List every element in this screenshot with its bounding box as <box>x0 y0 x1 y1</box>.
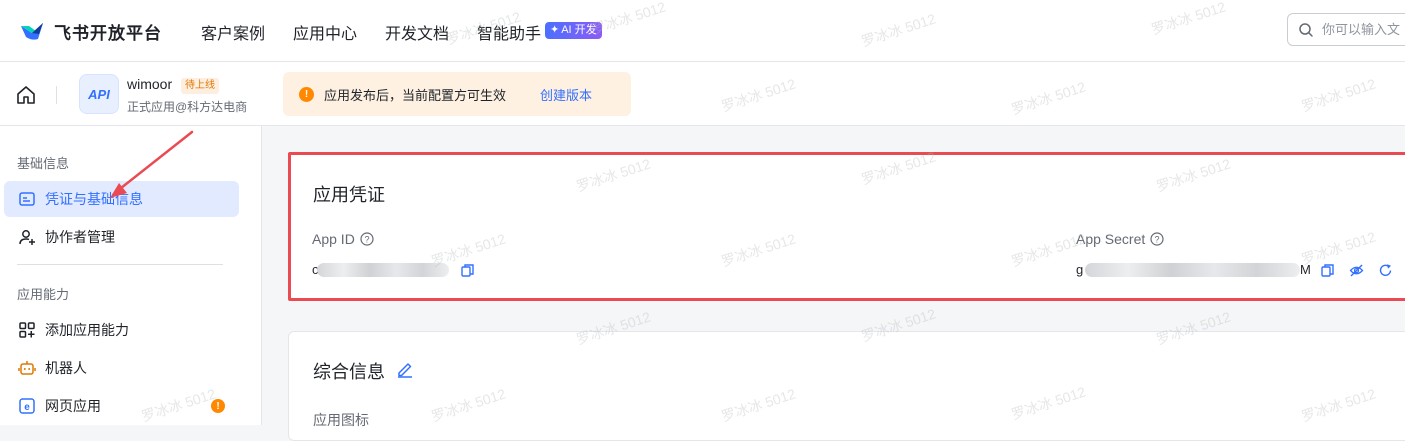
nav-dev-docs[interactable]: 开发文档 <box>385 20 449 44</box>
sidebar-item-add-capability[interactable]: 添加应用能力 <box>4 312 239 348</box>
notice-text: 应用发布后，当前配置方可生效 <box>324 87 507 103</box>
app-subtitle: 正式应用@科方达电商 <box>127 100 248 114</box>
nav-app-center[interactable]: 应用中心 <box>293 20 357 44</box>
sidebar-item-label: 添加应用能力 <box>45 322 129 338</box>
user-add-icon <box>19 230 35 245</box>
sidebar-divider <box>17 264 223 265</box>
apps-add-icon <box>19 322 35 338</box>
app-secret-label-text: App Secret <box>1076 231 1146 247</box>
alert-badge: ! <box>211 399 225 413</box>
robot-icon <box>18 361 36 375</box>
app-secret-prefix: g <box>1076 262 1084 277</box>
app-name: wimoor <box>127 76 173 92</box>
sidebar-item-label: 机器人 <box>45 360 87 376</box>
app-secret-suffix: M <box>1300 262 1311 277</box>
sidebar-item-label: 网页应用 <box>45 398 101 414</box>
home-icon[interactable] <box>15 84 37 106</box>
app-avatar: API <box>79 74 119 114</box>
top-navigation: 飞书开放平台 客户案例 应用中心 开发文档 智能助手 ✦ AI 开发 <box>0 0 1405 62</box>
credentials-card: 应用凭证 App ID ? c App Secret ? g M <box>288 152 1405 301</box>
help-icon[interactable]: ? <box>1150 232 1164 246</box>
copy-secret-icon[interactable] <box>1320 263 1335 278</box>
sidebar-item-collaborators[interactable]: 协作者管理 <box>4 219 239 255</box>
search-box[interactable] <box>1287 13 1405 46</box>
sidebar-item-web-app[interactable]: e 网页应用 ! <box>4 388 239 424</box>
nav-customer-cases[interactable]: 客户案例 <box>201 20 265 44</box>
eye-off-icon[interactable] <box>1349 263 1364 278</box>
id-card-icon <box>19 192 35 206</box>
svg-text:e: e <box>24 402 30 413</box>
sidebar-item-label: 凭证与基础信息 <box>45 191 143 207</box>
create-version-link[interactable]: 创建版本 <box>540 85 592 104</box>
sidebar: 基础信息 凭证与基础信息 协作者管理 应用能力 添加应用能力 机器人 e 网页应… <box>0 126 262 425</box>
app-id-value-redacted <box>317 263 449 277</box>
ai-badge-label: AI 开发 <box>561 24 597 36</box>
sidebar-item-label: 协作者管理 <box>45 229 115 245</box>
sidebar-group-basic: 基础信息 <box>17 156 70 171</box>
web-app-icon: e <box>19 398 35 414</box>
publish-notice: ! 应用发布后，当前配置方可生效 创建版本 <box>283 72 631 116</box>
app-id-label: App ID ? <box>312 231 374 247</box>
app-icon-label: 应用图标 <box>313 412 369 428</box>
divider <box>56 86 57 104</box>
search-input[interactable] <box>1322 22 1405 37</box>
svg-text:?: ? <box>1155 234 1160 244</box>
sidebar-item-credentials[interactable]: 凭证与基础信息 <box>4 181 239 217</box>
search-icon <box>1299 22 1313 37</box>
sidebar-group-capability: 应用能力 <box>17 287 70 302</box>
brand-name: 飞书开放平台 <box>54 23 162 43</box>
app-id-label-text: App ID <box>312 231 355 247</box>
app-secret-value-redacted <box>1085 263 1300 277</box>
svg-text:?: ? <box>364 234 369 244</box>
feishu-logo-icon <box>21 23 43 40</box>
feishu-logo[interactable]: 飞书开放平台 <box>18 17 162 45</box>
help-icon[interactable]: ? <box>360 232 374 246</box>
general-info-title: 综合信息 <box>313 362 385 382</box>
warning-icon: ! <box>299 86 314 102</box>
credentials-title: 应用凭证 <box>313 185 385 205</box>
sparkle-icon: ✦ <box>550 24 560 36</box>
status-badge: 待上线 <box>181 78 219 94</box>
refresh-icon[interactable] <box>1378 263 1393 278</box>
app-bar: API wimoor 待上线 正式应用@科方达电商 ! 应用发布后，当前配置方可… <box>0 62 1405 126</box>
nav-smart-assistant[interactable]: 智能助手 <box>477 20 541 44</box>
edit-icon[interactable] <box>396 360 414 378</box>
copy-icon[interactable] <box>460 263 475 278</box>
app-secret-label: App Secret ? <box>1076 231 1164 247</box>
sidebar-item-bot[interactable]: 机器人 <box>4 350 239 386</box>
ai-dev-badge[interactable]: ✦ AI 开发 <box>545 22 602 39</box>
